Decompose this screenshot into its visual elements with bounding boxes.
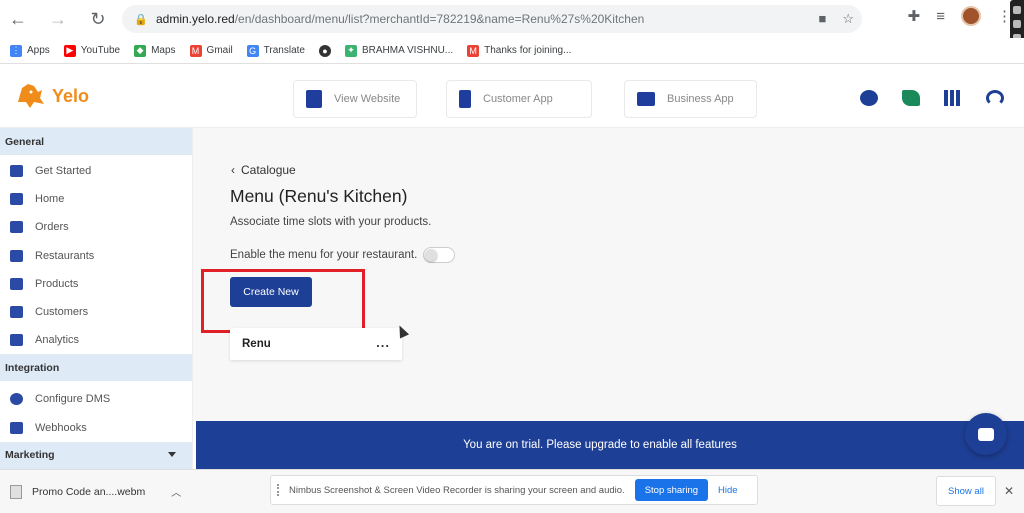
sidebar-section-integration: Integration (0, 354, 192, 382)
page-title: Menu (Renu's Kitchen) (230, 186, 408, 206)
bookmark-gmail[interactable]: M Gmail (189, 44, 233, 57)
chevron-down-icon (168, 451, 176, 457)
enable-menu-row: Enable the menu for your restaurant. (230, 247, 456, 263)
extensions-icon[interactable]: ✚ (908, 7, 921, 25)
media-control-icon[interactable]: ≡ (936, 8, 945, 25)
apps-grid-icon: ⋮ (10, 44, 22, 57)
sidebar-item-orders[interactable]: Orders (0, 213, 192, 241)
bookmark-youtube[interactable]: ▶ YouTube (63, 44, 120, 57)
sidebar-item-home[interactable]: Home (0, 185, 192, 213)
restaurant-icon (10, 249, 23, 262)
bookmarks-bar: ⋮ Apps ▶ YouTube ◆ Maps M Gmail G Translate ●… (0, 38, 1024, 64)
bookmark-github[interactable]: ● (319, 44, 331, 57)
gmail-icon: M (189, 44, 202, 57)
bookmark-star-icon[interactable]: ☆ (842, 11, 854, 27)
download-item[interactable]: Promo Code an....webm ︿ (10, 484, 181, 499)
dms-icon (10, 393, 23, 406)
bookmark-thanks[interactable]: M Thanks for joining... (467, 44, 571, 57)
home-icon (10, 193, 23, 206)
sidebar-item-customers[interactable]: Customers (0, 298, 192, 326)
business-icon (637, 92, 655, 106)
camera-icon[interactable]: ■ (818, 11, 826, 27)
sidebar-item-configure-dms[interactable]: Configure DMS (0, 385, 192, 413)
main-content: ‹ Catalogue Menu (Renu's Kitchen) Associ… (193, 128, 1024, 421)
sidebar-item-webhooks[interactable]: Webhooks (0, 414, 192, 442)
maps-icon: ◆ (134, 44, 147, 57)
leaf-icon[interactable] (902, 90, 920, 106)
file-icon (10, 484, 22, 499)
youtube-icon: ▶ (63, 44, 76, 57)
toggle-knob (425, 249, 438, 261)
screen-share-notification: Nimbus Screenshot & Screen Video Recorde… (270, 475, 758, 505)
page-subtitle: Associate time slots with your products. (230, 216, 432, 228)
breadcrumb[interactable]: ‹ Catalogue (231, 163, 296, 177)
stop-sharing-button[interactable]: Stop sharing (634, 479, 709, 501)
forward-icon[interactable]: → (44, 5, 72, 33)
browser-toolbar: ← → ↻ 🔒 admin.yelo.red/en/dashboard/menu… (0, 0, 1024, 38)
chat-bubble-icon (978, 427, 994, 441)
chat-icon[interactable] (860, 90, 878, 106)
website-icon (306, 90, 322, 108)
toggle-label: Enable the menu for your restaurant. (230, 249, 418, 261)
chevron-up-icon[interactable]: ︿ (171, 484, 181, 499)
sidebar-item-analytics[interactable]: Analytics (0, 326, 192, 354)
drag-handle-icon[interactable] (277, 484, 283, 496)
hide-button[interactable]: Hide (718, 485, 738, 496)
lock-icon: 🔒 (134, 13, 148, 26)
address-bar[interactable]: 🔒 admin.yelo.red/en/dashboard/menu/list?… (122, 5, 862, 33)
tab-business-app[interactable]: Business App (624, 80, 757, 118)
webhook-icon (10, 421, 23, 434)
translate-icon: G (246, 44, 259, 57)
back-icon[interactable]: ← (4, 5, 32, 33)
sidebar-item-products[interactable]: Products (0, 270, 192, 298)
products-icon (10, 277, 23, 290)
reload-icon[interactable]: ↻ (84, 5, 112, 33)
mobile-app-icon (459, 90, 471, 108)
customers-icon (10, 306, 23, 319)
close-icon[interactable]: ✕ (1004, 484, 1014, 498)
sidebar-item-get-started[interactable]: Get Started (0, 157, 192, 185)
more-options-icon[interactable]: ... (376, 335, 390, 350)
lion-logo-icon (18, 84, 44, 108)
url-text: admin.yelo.red/en/dashboard/menu/list?me… (156, 12, 645, 26)
yelo-logo[interactable]: Yelo (14, 82, 89, 110)
show-all-button[interactable]: Show all (936, 476, 996, 506)
app-header: Yelo View Website Customer App Business … (0, 64, 1024, 128)
github-icon: ● (319, 44, 331, 57)
site-icon: ✦ (345, 44, 357, 57)
headset-icon[interactable] (986, 90, 1004, 106)
chat-support-button[interactable] (965, 413, 1007, 455)
bookmark-maps[interactable]: ◆ Maps (134, 44, 176, 57)
trial-banner: You are on trial. Please upgrade to enab… (196, 421, 1024, 469)
enable-menu-toggle[interactable] (423, 247, 456, 263)
rocket-icon (10, 165, 23, 178)
menu-card-name: Renu (242, 338, 271, 350)
sidebar-section-general: General (0, 128, 192, 155)
sidebar-item-restaurants[interactable]: Restaurants (0, 242, 192, 270)
menu-card[interactable]: Renu ... (230, 328, 402, 360)
bookmark-brahma[interactable]: ✦ BRAHMA VISHNU... (345, 44, 453, 57)
tab-customer-app[interactable]: Customer App (446, 80, 592, 118)
orders-icon (10, 221, 23, 234)
sidebar-section-marketing[interactable]: Marketing (0, 441, 192, 469)
analytics-icon (10, 334, 23, 347)
sidebar: General Get Started Home Orders Restaura… (0, 128, 193, 469)
gmail-icon: M (467, 44, 480, 57)
create-new-button[interactable]: Create New (230, 277, 312, 307)
profile-avatar[interactable] (961, 6, 981, 26)
bookmark-translate[interactable]: G Translate (246, 44, 305, 57)
bookmark-apps[interactable]: ⋮ Apps (10, 44, 50, 57)
chevron-left-icon: ‹ (231, 163, 235, 177)
tab-view-website[interactable]: View Website (293, 80, 417, 118)
grid-icon[interactable] (944, 90, 962, 106)
